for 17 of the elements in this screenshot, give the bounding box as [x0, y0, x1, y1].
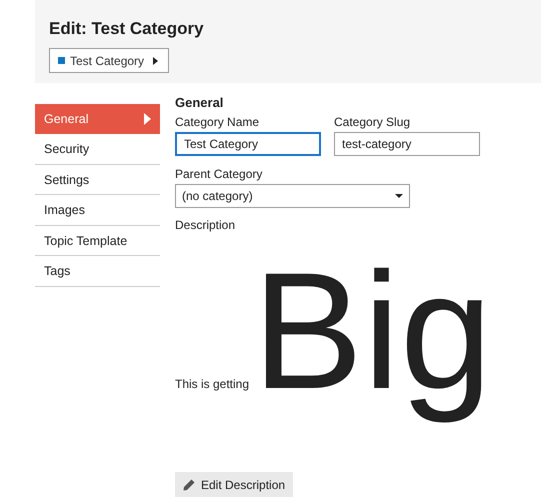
parent-dropdown[interactable]: (no category): [175, 184, 410, 208]
description-text: This is getting Big: [175, 238, 492, 426]
page-title: Edit: Test Category: [49, 18, 205, 40]
name-field[interactable]: Test Category: [175, 132, 321, 156]
caret-icon: [144, 113, 151, 125]
field-label: Parent Category: [175, 167, 262, 181]
caret-icon: [153, 56, 158, 64]
dropdown-caret-icon: [395, 194, 403, 198]
field-label: Category Slug: [334, 115, 412, 129]
pencil-icon: [183, 478, 195, 490]
category-breadcrumb[interactable]: Test Category: [49, 48, 170, 73]
edit-description-button[interactable]: Edit Description: [175, 472, 294, 497]
field-label: Description: [175, 218, 236, 232]
field-label: Category Name: [175, 115, 260, 129]
section-heading: General: [175, 95, 224, 110]
slug-field[interactable]: test-category: [334, 132, 480, 156]
sidebar-item[interactable]: General: [35, 104, 160, 134]
